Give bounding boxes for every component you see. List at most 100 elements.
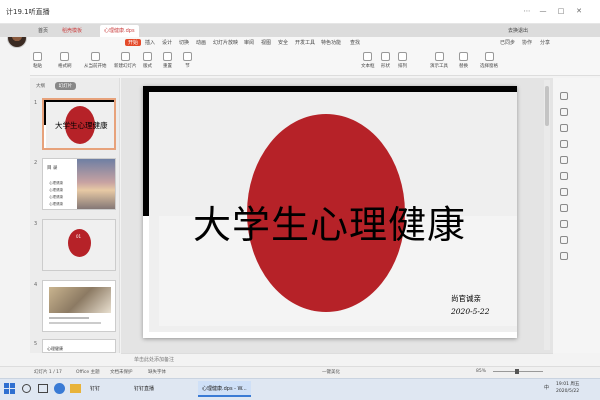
share-button[interactable]: 分享 xyxy=(540,39,550,46)
menu-transition[interactable]: 切换 xyxy=(179,39,189,46)
panel-view-tabs: 大纲 幻灯片 xyxy=(32,82,80,90)
settings-icon[interactable] xyxy=(560,204,568,212)
more-icon[interactable]: ⋯ xyxy=(522,6,532,16)
thumb-number-4: 4 xyxy=(34,282,38,288)
section-button[interactable]: 节 xyxy=(183,52,192,69)
sync-status[interactable]: 已同步 xyxy=(500,39,515,46)
paste-button[interactable]: 粘贴 xyxy=(33,52,42,69)
replace-icon xyxy=(459,52,468,61)
shape-button[interactable]: 形状 xyxy=(381,52,390,69)
live-title-bar xyxy=(0,0,600,24)
live-window-title: 计19.1听直播 xyxy=(6,8,50,16)
shape-style-icon[interactable] xyxy=(560,108,568,116)
chart-icon[interactable] xyxy=(560,188,568,196)
slide-title[interactable]: 大学生心理健康 xyxy=(193,194,466,249)
arrange-icon xyxy=(398,52,407,61)
menu-developer[interactable]: 开发工具 xyxy=(295,39,315,46)
menu-review[interactable]: 审阅 xyxy=(244,39,254,46)
slide-thumbnail-3[interactable]: 01 xyxy=(42,219,116,271)
presentation-tools-button[interactable]: 演示工具 xyxy=(430,52,448,69)
beautify-button[interactable]: 一键美化 xyxy=(322,369,340,375)
thumb-3-number: 01 xyxy=(76,234,82,239)
input-language[interactable]: 中 xyxy=(544,384,549,391)
copy-icon[interactable] xyxy=(560,124,568,132)
properties-icon[interactable] xyxy=(560,92,568,100)
task-view-icon[interactable] xyxy=(38,384,48,393)
thumb-2-item: 心理健康 xyxy=(49,195,63,199)
slide-thumbnail-2[interactable]: 目 录 心理健康 心理健康 心理健康 心理健康 xyxy=(42,158,116,210)
thumb-2-photo xyxy=(77,159,115,209)
menu-security[interactable]: 安全 xyxy=(278,39,288,46)
tab-docer[interactable]: 稻壳模板 xyxy=(58,25,86,37)
edge-icon[interactable] xyxy=(54,383,65,394)
right-task-pane xyxy=(553,78,600,353)
collaborate-button[interactable]: 协作 xyxy=(522,39,532,46)
search-icon[interactable] xyxy=(22,384,31,393)
taskbar-dingtalk-live[interactable]: 钉钉直播 xyxy=(130,381,158,397)
document-protection[interactable]: 文档未保护 xyxy=(110,369,133,375)
menu-insert[interactable]: 插入 xyxy=(145,39,155,46)
new-slide-button[interactable]: 新建幻灯片 xyxy=(114,52,137,69)
slide-thumbnail-5[interactable]: 心理健康 xyxy=(42,339,116,353)
selection-pane-button[interactable]: 选择窗格 xyxy=(480,52,498,69)
presentation-tools-icon xyxy=(434,52,444,61)
transition-icon[interactable] xyxy=(560,156,568,164)
search-icon[interactable] xyxy=(560,252,568,260)
help-icon[interactable] xyxy=(560,220,568,228)
layout-button[interactable]: 版式 xyxy=(143,52,152,69)
clock-date[interactable]: 2020/5/22 xyxy=(556,389,579,394)
menu-view[interactable]: 视图 xyxy=(261,39,271,46)
thumb-4-line xyxy=(49,317,89,319)
tab-document[interactable]: 心理健康.dps xyxy=(100,25,139,37)
tab-outline[interactable]: 大纲 xyxy=(32,82,49,90)
format-painter-icon xyxy=(60,52,70,61)
close-icon[interactable]: ✕ xyxy=(574,6,584,16)
menu-features[interactable]: 特色功能 xyxy=(321,39,341,46)
zoom-level[interactable]: 85% xyxy=(476,369,486,374)
fill-icon[interactable] xyxy=(560,140,568,148)
taskbar-dingtalk[interactable]: 钉钉 xyxy=(86,381,104,397)
menu-design[interactable]: 设计 xyxy=(162,39,172,46)
thumb-5-label: 心理健康 xyxy=(47,346,63,351)
thumb-number-2: 2 xyxy=(34,160,38,166)
maximize-icon[interactable]: □ xyxy=(556,6,566,16)
taskbar-wps-document[interactable]: 心理健康.dps - W... xyxy=(198,381,251,397)
zoom-slider-thumb[interactable] xyxy=(515,369,519,374)
thumb-1-title: 大学生心理健康 xyxy=(55,121,108,130)
replace-button[interactable]: 替换 xyxy=(459,52,468,69)
thumb-4-line xyxy=(49,322,101,324)
play-from-current-button[interactable]: 从当前开始 xyxy=(84,52,107,69)
menu-animation[interactable]: 动画 xyxy=(196,39,206,46)
current-slide[interactable]: 大学生心理健康 尚官诚亲 2020-5-22 xyxy=(143,86,517,338)
minimize-icon[interactable]: — xyxy=(538,6,548,16)
format-painter-button[interactable]: 格式刷 xyxy=(58,52,72,69)
textbox-icon xyxy=(363,52,373,61)
slide-thumbnail-1[interactable]: 大学生心理健康 xyxy=(42,98,116,150)
arrange-button[interactable]: 排列 xyxy=(398,52,407,69)
reset-icon xyxy=(163,52,172,61)
missing-font-button[interactable]: 缺失字体 xyxy=(148,369,166,375)
notes-bar[interactable] xyxy=(121,353,553,366)
tab-home[interactable]: 首页 xyxy=(34,25,52,37)
tab-slides[interactable]: 幻灯片 xyxy=(54,82,77,90)
menu-slideshow[interactable]: 幻灯片放映 xyxy=(213,39,238,46)
paste-icon xyxy=(33,52,42,61)
animation-icon[interactable] xyxy=(560,172,568,180)
reset-button[interactable]: 重置 xyxy=(163,52,172,69)
windows-start-icon[interactable] xyxy=(4,383,15,394)
slide-author[interactable]: 尚官诚亲 xyxy=(451,293,481,304)
slide-thumbnail-4[interactable] xyxy=(42,280,116,332)
textbox-button[interactable]: 文本框 xyxy=(361,52,375,69)
menu-home[interactable]: 开始 xyxy=(125,39,142,46)
clock-time[interactable]: 19:01 周五 xyxy=(556,381,579,387)
new-slide-icon xyxy=(120,52,130,61)
file-explorer-icon[interactable] xyxy=(70,384,81,393)
account-button[interactable]: 去换退出 xyxy=(504,25,532,37)
thumb-2-item: 心理健康 xyxy=(49,202,63,206)
slide-count: 幻灯片 1 / 17 xyxy=(34,370,62,375)
menu-search[interactable]: 查找 xyxy=(350,39,360,46)
notes-placeholder[interactable]: 单击此处添加备注 xyxy=(134,356,174,363)
more-tools-icon[interactable] xyxy=(560,236,568,244)
slide-date[interactable]: 2020-5-22 xyxy=(451,307,489,316)
canvas-scroll-thumb[interactable] xyxy=(545,86,549,126)
